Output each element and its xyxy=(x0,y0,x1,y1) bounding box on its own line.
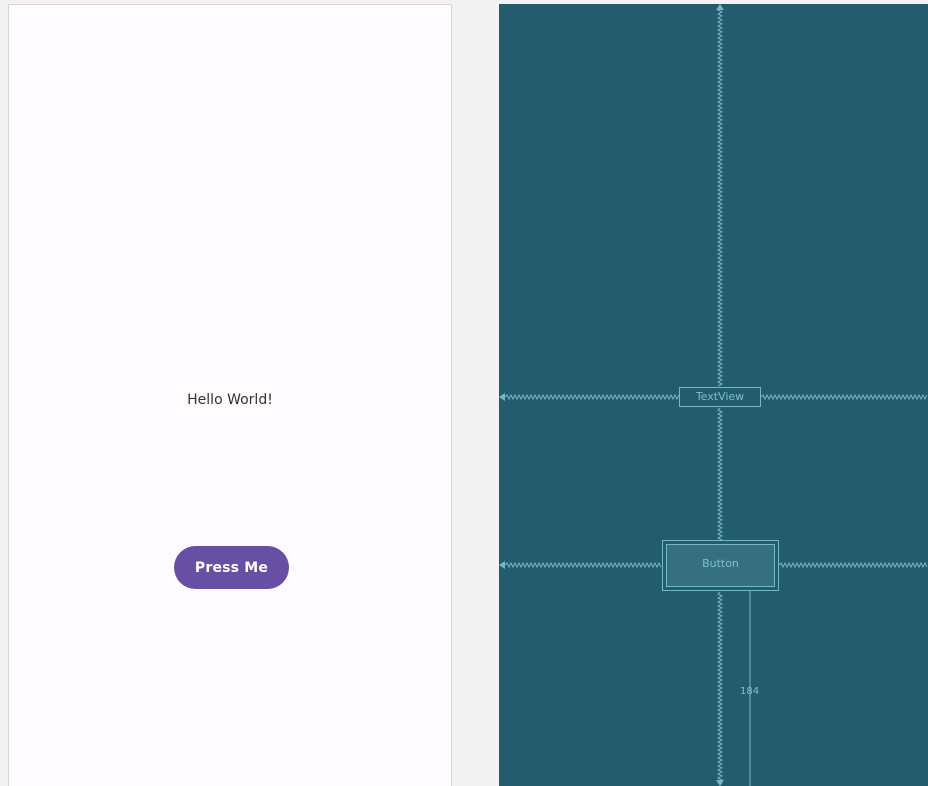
textview-left-constraint xyxy=(504,393,680,401)
bottom-margin-value: 184 xyxy=(740,686,760,697)
blueprint-button-label: Button xyxy=(702,557,739,570)
button-left-constraint xyxy=(504,561,662,569)
top-anchor-arrow xyxy=(716,4,724,10)
textview-right-constraint xyxy=(760,393,928,401)
textview-to-button-constraint xyxy=(716,407,724,541)
button-bottom-constraint xyxy=(716,591,724,785)
bottom-anchor-arrow xyxy=(716,780,724,786)
blueprint-panel[interactable]: TextView Button 184 xyxy=(499,4,928,786)
blueprint-textview[interactable]: TextView xyxy=(679,387,761,407)
hello-world-text[interactable]: Hello World! xyxy=(9,390,451,410)
left-anchor-arrow-textview xyxy=(499,393,505,401)
press-me-button[interactable]: Press Me xyxy=(174,546,289,589)
left-anchor-arrow-button xyxy=(499,561,505,569)
blueprint-button[interactable]: Button xyxy=(662,540,779,591)
design-preview-panel[interactable]: Hello World! Press Me xyxy=(8,4,452,786)
button-right-constraint xyxy=(778,561,928,569)
textview-top-constraint xyxy=(716,7,724,387)
